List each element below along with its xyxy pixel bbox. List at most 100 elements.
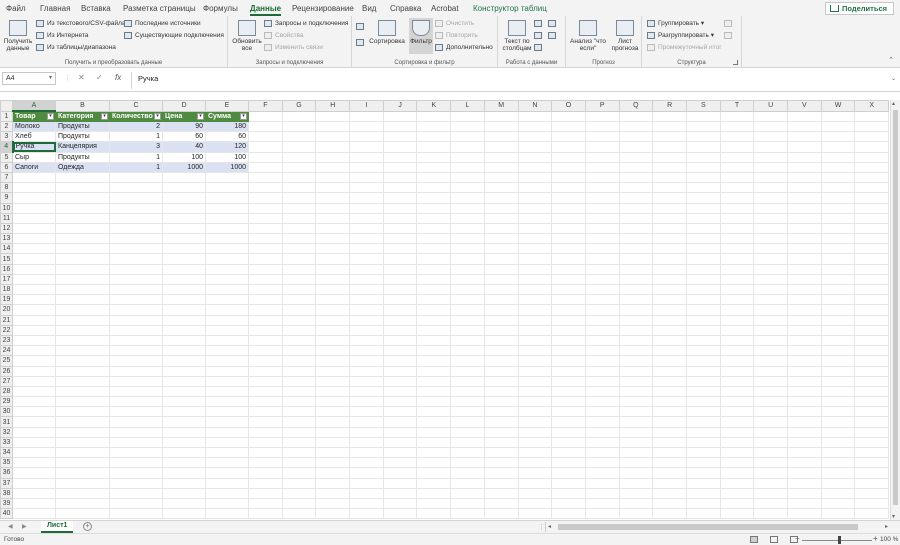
cell[interactable] — [416, 273, 452, 286]
cell[interactable] — [162, 192, 206, 204]
cell[interactable] — [12, 406, 56, 418]
cell[interactable] — [12, 182, 56, 194]
cell[interactable] — [416, 151, 452, 163]
cell[interactable] — [205, 212, 249, 224]
cell[interactable] — [753, 120, 788, 133]
cell[interactable] — [483, 355, 519, 367]
cell[interactable] — [315, 467, 351, 479]
cell[interactable] — [753, 334, 788, 347]
cell[interactable] — [820, 487, 856, 499]
cell[interactable] — [109, 375, 163, 387]
cell[interactable] — [55, 467, 110, 479]
cell[interactable] — [205, 375, 249, 387]
cell[interactable] — [162, 304, 206, 316]
cell[interactable] — [787, 345, 822, 357]
cell[interactable] — [205, 467, 249, 479]
cell[interactable] — [584, 406, 620, 418]
cell[interactable] — [349, 202, 384, 214]
cell[interactable] — [820, 192, 856, 204]
row-header[interactable]: 30 — [0, 406, 13, 418]
cell[interactable] — [483, 243, 519, 255]
cell[interactable] — [685, 182, 721, 194]
cell[interactable] — [820, 406, 856, 418]
cell[interactable] — [618, 457, 654, 469]
cell[interactable] — [551, 233, 586, 245]
name-box[interactable]: A4 ▾ — [2, 72, 56, 85]
cell[interactable] — [315, 120, 351, 133]
cell[interactable] — [787, 120, 822, 133]
formula-input[interactable]: Ручка — [131, 72, 896, 89]
cell[interactable] — [109, 182, 163, 194]
cell[interactable] — [652, 294, 687, 306]
cell[interactable] — [315, 182, 351, 194]
cell[interactable] — [685, 120, 721, 133]
cell[interactable] — [281, 131, 317, 143]
cell[interactable] — [618, 141, 654, 153]
cell[interactable] — [248, 212, 283, 224]
cell[interactable] — [315, 171, 351, 184]
row-header[interactable]: 20 — [0, 304, 13, 316]
row-header[interactable]: 21 — [0, 314, 13, 326]
cell[interactable] — [820, 182, 856, 194]
cell[interactable] — [315, 416, 351, 428]
cell[interactable] — [416, 365, 452, 377]
cell[interactable] — [719, 283, 755, 296]
cell[interactable] — [109, 385, 163, 398]
cell[interactable] — [12, 314, 56, 326]
column-header-h[interactable]: H — [315, 100, 351, 112]
cell[interactable] — [416, 263, 452, 275]
name-box-dropdown-icon[interactable]: ▾ — [49, 73, 52, 84]
cell[interactable] — [483, 426, 519, 438]
zoom-slider[interactable] — [802, 540, 872, 541]
cell[interactable] — [483, 171, 519, 184]
cell[interactable] — [820, 141, 856, 153]
cell[interactable] — [416, 243, 452, 255]
cell[interactable] — [753, 324, 788, 336]
show-detail-button[interactable] — [724, 19, 733, 29]
cell[interactable] — [618, 487, 654, 499]
cell[interactable] — [205, 192, 249, 204]
cell[interactable] — [483, 263, 519, 275]
cell[interactable] — [551, 355, 586, 367]
cell[interactable] — [787, 171, 822, 184]
cell[interactable] — [517, 345, 553, 357]
cell[interactable] — [618, 375, 654, 387]
cell[interactable] — [854, 212, 890, 224]
cell[interactable] — [55, 487, 110, 499]
cell[interactable] — [854, 487, 890, 499]
cell[interactable] — [162, 385, 206, 398]
cell[interactable] — [820, 202, 856, 214]
cell[interactable] — [315, 375, 351, 387]
cell[interactable] — [205, 396, 249, 408]
cell[interactable] — [652, 253, 687, 265]
cell[interactable] — [719, 396, 755, 408]
cell[interactable] — [719, 406, 755, 418]
cell[interactable] — [162, 334, 206, 347]
cell[interactable] — [719, 457, 755, 469]
cell[interactable] — [618, 416, 654, 428]
cell[interactable] — [248, 446, 283, 459]
cell[interactable] — [162, 233, 206, 245]
cell[interactable] — [584, 365, 620, 377]
cell[interactable] — [382, 212, 418, 224]
cell[interactable] — [55, 171, 110, 184]
cell[interactable] — [416, 171, 452, 184]
cell[interactable] — [820, 151, 856, 163]
cell[interactable] — [854, 151, 890, 163]
cell[interactable] — [349, 396, 384, 408]
cell[interactable] — [685, 345, 721, 357]
cell[interactable] — [787, 396, 822, 408]
cell[interactable] — [162, 202, 206, 214]
cell[interactable] — [248, 365, 283, 377]
table-cell[interactable]: 1000 — [205, 161, 249, 173]
row-header[interactable]: 27 — [0, 375, 13, 387]
cell[interactable] — [349, 477, 384, 489]
cell[interactable] — [584, 110, 620, 122]
cell[interactable] — [349, 141, 384, 153]
cell[interactable] — [517, 161, 553, 173]
cell[interactable] — [719, 304, 755, 316]
cell[interactable] — [517, 426, 553, 438]
cell[interactable] — [12, 396, 56, 408]
column-header-j[interactable]: J — [382, 100, 418, 112]
cell[interactable] — [854, 110, 890, 122]
